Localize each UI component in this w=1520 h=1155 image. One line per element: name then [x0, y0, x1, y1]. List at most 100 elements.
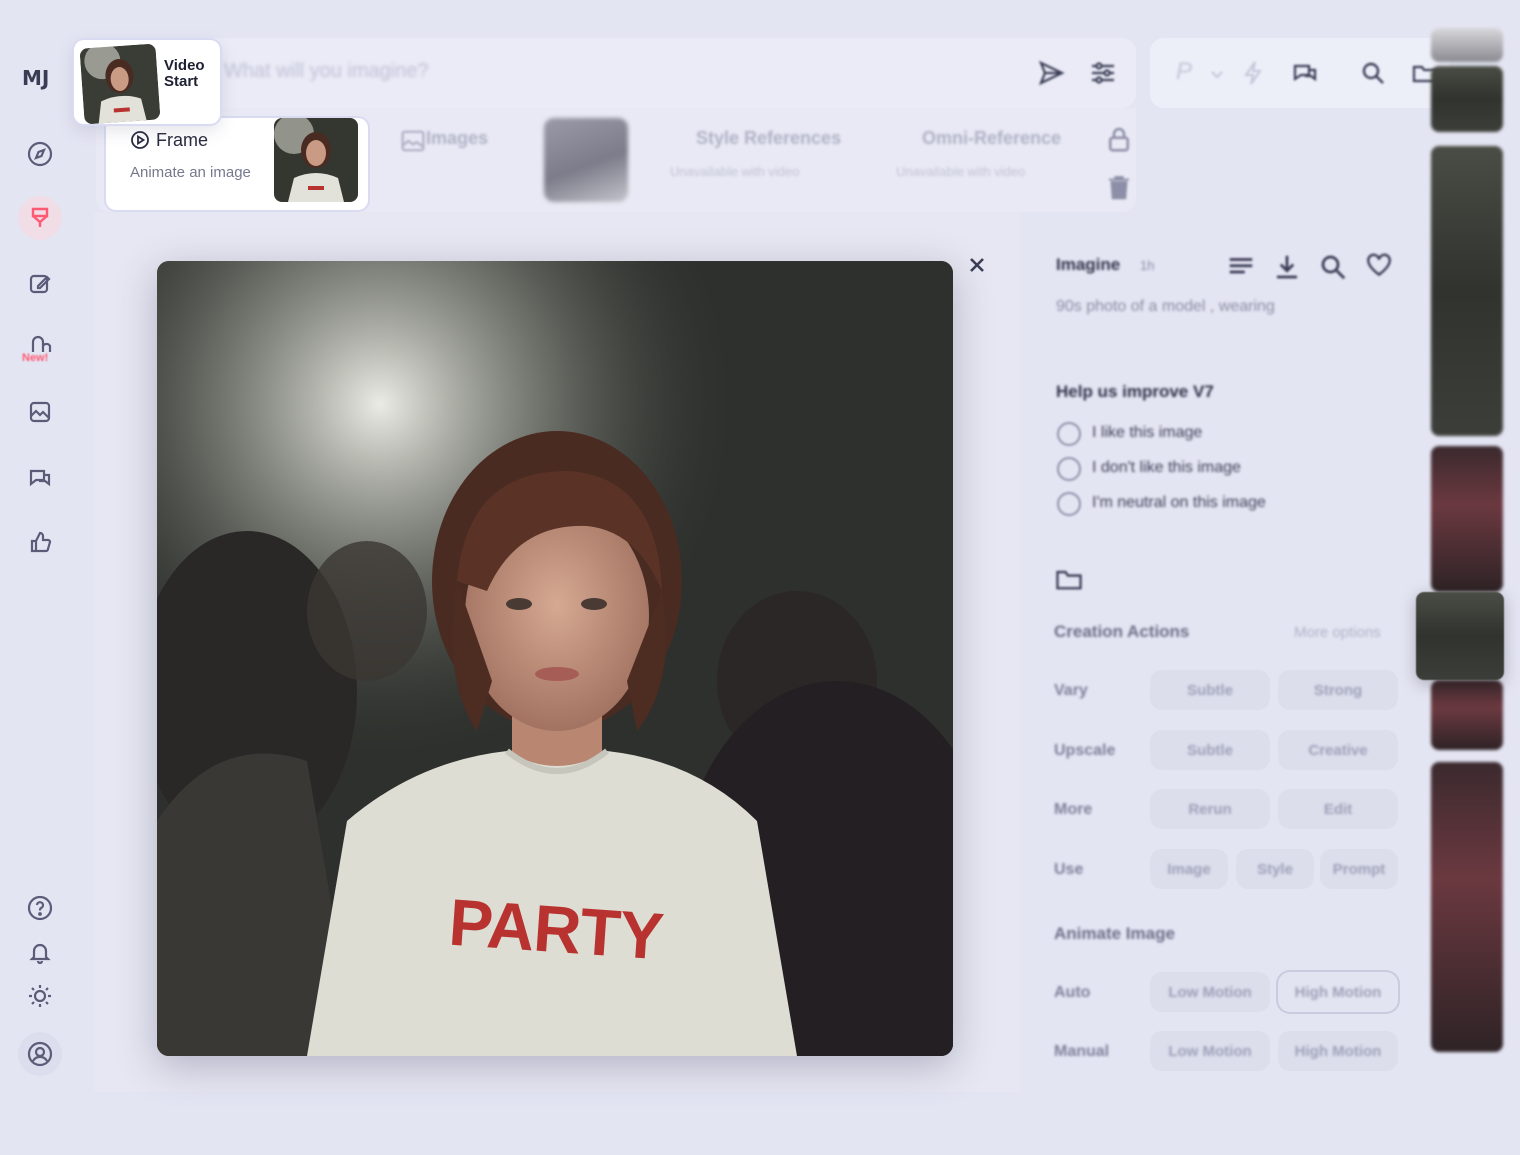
chat-bubbles-icon	[1293, 64, 1317, 82]
user-avatar-icon	[27, 1041, 53, 1067]
video-start-label: Video Start	[164, 58, 205, 90]
images-tab[interactable]: Images	[426, 128, 488, 149]
close-viewer-button[interactable]	[964, 252, 990, 278]
manual-high-motion-label: High Motion	[1294, 1042, 1382, 1060]
lock-button[interactable]	[1104, 124, 1129, 152]
manual-high-motion-button[interactable]: High Motion	[1278, 1031, 1398, 1071]
shirt-print: PARTY	[446, 884, 666, 974]
edit-image-label: Edit	[1323, 800, 1353, 818]
rerun-button[interactable]: Rerun	[1150, 789, 1270, 829]
auto-low-motion-button[interactable]: Low Motion	[1150, 972, 1270, 1012]
add-to-folder-button[interactable]	[1054, 564, 1082, 590]
panel-header: Imagine	[1056, 255, 1121, 274]
create-button[interactable]	[18, 196, 62, 240]
prompt-input[interactable]: What will you imagine?	[224, 60, 429, 83]
vary-strong-button[interactable]: Strong	[1278, 670, 1398, 710]
use-prompt-button[interactable]: Prompt	[1320, 849, 1398, 889]
use-style-button[interactable]: Style	[1236, 849, 1314, 889]
omni-reference-tab[interactable]: Omni-Reference	[922, 128, 1061, 149]
upscale-creative-button[interactable]: Creative	[1278, 730, 1398, 770]
close-icon	[970, 258, 984, 272]
thumbs-up-icon	[30, 531, 52, 553]
rank-button[interactable]	[18, 520, 62, 564]
vary-strong-label: Strong	[1313, 681, 1363, 699]
image-reference-thumb[interactable]	[544, 118, 628, 202]
organize-button[interactable]	[18, 390, 62, 434]
list-icon	[1229, 258, 1253, 274]
frame-option-card[interactable]: Frame Animate an image	[106, 118, 368, 210]
manual-low-motion-button[interactable]: Low Motion	[1150, 1031, 1270, 1071]
speed-dropdown[interactable]	[1202, 60, 1223, 90]
history-thumb[interactable]	[1431, 446, 1503, 592]
images-tab-icon-wrap	[398, 126, 425, 152]
auto-low-motion-label: Low Motion	[1168, 983, 1252, 1001]
upscale-subtle-label: Subtle	[1187, 741, 1233, 759]
chat-button[interactable]	[18, 456, 62, 500]
style-references-tab[interactable]: Style References	[696, 128, 841, 149]
trash-icon	[1109, 176, 1129, 200]
submit-button[interactable]	[1036, 58, 1066, 88]
explore-button[interactable]	[18, 132, 62, 176]
settings-button[interactable]	[1088, 58, 1118, 88]
more-options-link[interactable]: More options	[1294, 624, 1381, 641]
app-logo[interactable]: MJ	[22, 66, 49, 90]
app-window: MJ New! What will you imagine? P Images …	[0, 0, 1520, 1155]
edit-image-button[interactable]: Edit	[1278, 789, 1398, 829]
history-thumb[interactable]	[1431, 762, 1503, 1052]
history-thumb-selected[interactable]	[1416, 592, 1504, 680]
theme-button[interactable]	[18, 974, 62, 1018]
compass-icon	[27, 141, 53, 167]
clear-button[interactable]	[1104, 172, 1129, 200]
feedback-neutral-label: I'm neutral on this image	[1092, 494, 1266, 511]
like-button[interactable]	[1364, 250, 1392, 278]
search-button[interactable]	[1358, 58, 1388, 88]
video-start-thumb	[79, 43, 161, 125]
vary-subtle-button[interactable]: Subtle	[1150, 670, 1270, 710]
chevron-down-icon	[1211, 71, 1223, 79]
history-thumb[interactable]	[1431, 66, 1503, 132]
fast-mode-button[interactable]	[1238, 58, 1268, 88]
more-menu-button[interactable]	[1226, 252, 1253, 276]
history-thumb[interactable]	[1431, 680, 1503, 750]
chat-mode-button[interactable]	[1290, 58, 1320, 88]
speed-mode-label[interactable]: P	[1176, 58, 1192, 86]
lock-icon	[1109, 127, 1129, 152]
history-thumb[interactable]	[1431, 28, 1503, 62]
use-prompt-label: Prompt	[1332, 860, 1386, 878]
video-start-label-line1: Video	[164, 57, 205, 74]
creation-actions-title: Creation Actions	[1054, 622, 1190, 641]
auto-row-label: Auto	[1054, 984, 1091, 1001]
feedback-like-radio[interactable]	[1057, 422, 1081, 446]
help-icon	[27, 895, 53, 921]
main-image[interactable]: PARTY	[157, 261, 953, 1056]
edit-button[interactable]	[18, 262, 62, 306]
search-similar-button[interactable]	[1318, 252, 1346, 280]
download-button[interactable]	[1272, 252, 1297, 279]
history-thumb[interactable]	[1431, 146, 1503, 436]
more-row-label: More	[1054, 801, 1093, 818]
notifications-button[interactable]	[18, 930, 62, 974]
search-icon	[1362, 62, 1384, 84]
feedback-dislike-radio[interactable]	[1057, 457, 1081, 481]
auto-high-motion-button[interactable]: High Motion	[1278, 972, 1398, 1012]
send-icon	[1038, 60, 1065, 86]
lightning-icon	[1244, 61, 1262, 85]
bell-icon	[29, 943, 51, 965]
use-image-label: Image	[1167, 860, 1211, 878]
brush-icon	[31, 207, 49, 227]
folder-icon	[1056, 570, 1082, 590]
sun-icon	[29, 985, 51, 1007]
auto-high-motion-label: High Motion	[1294, 983, 1382, 1001]
profile-button[interactable]	[18, 1032, 62, 1076]
frame-thumb[interactable]	[274, 118, 358, 202]
prompt-excerpt[interactable]: 90s photo of a model , wearing	[1056, 298, 1275, 316]
upscale-subtle-button[interactable]: Subtle	[1150, 730, 1270, 770]
use-image-button[interactable]: Image	[1150, 849, 1228, 889]
help-button[interactable]	[18, 886, 62, 930]
use-style-label: Style	[1257, 860, 1293, 878]
feedback-neutral-radio[interactable]	[1057, 492, 1081, 516]
video-start-thumb-image	[79, 43, 161, 125]
video-start-card[interactable]: Video Start	[74, 40, 220, 125]
feedback-title: Help us improve V7	[1056, 382, 1214, 401]
heart-icon	[1367, 253, 1391, 277]
